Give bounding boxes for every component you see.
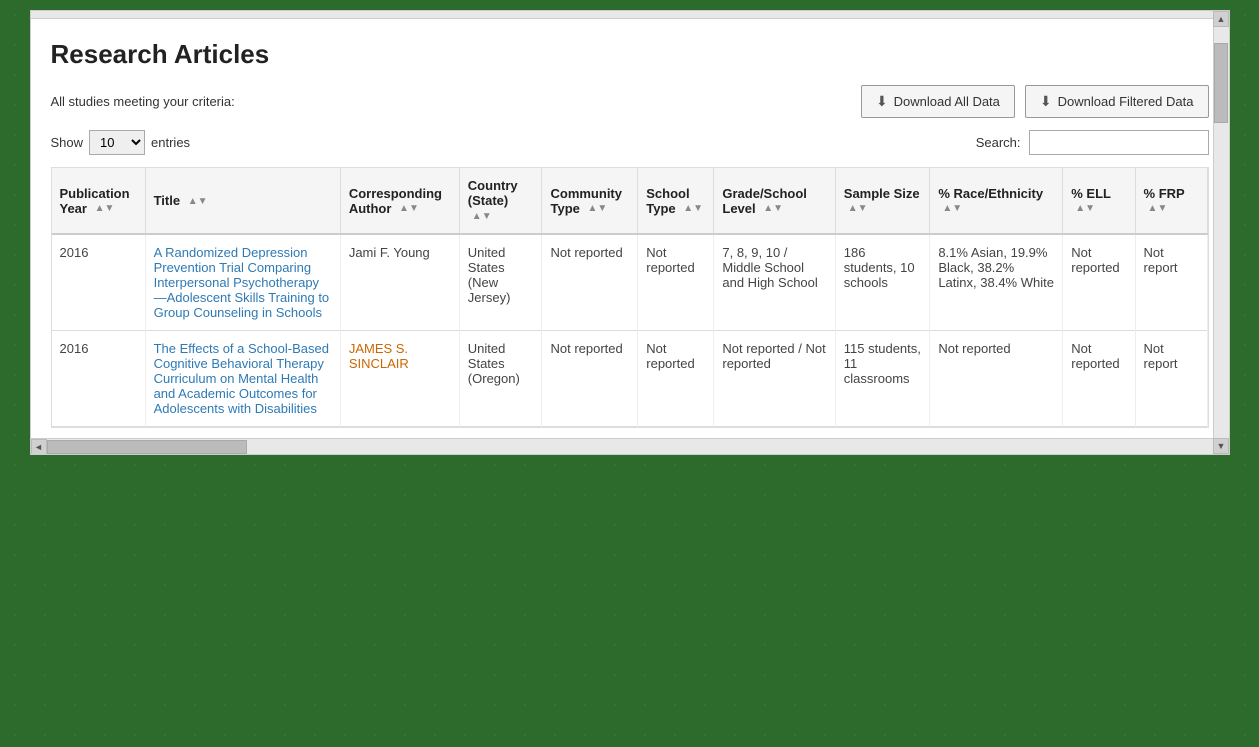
sort-pub-year-icon: ▲▼ [95, 204, 115, 214]
cell-ell-1: Not reported [1063, 234, 1135, 331]
download-filtered-label: Download Filtered Data [1058, 94, 1194, 109]
download-all-button[interactable]: ⬇ Download All Data [861, 85, 1015, 118]
cell-ell-2: Not reported [1063, 331, 1135, 427]
col-grade-level[interactable]: Grade/School Level ▲▼ [714, 168, 835, 234]
bottom-scrollbar: ◄ ► [31, 438, 1229, 454]
scroll-left-arrow[interactable]: ◄ [31, 439, 47, 455]
col-country-label: Country (State) [468, 178, 518, 208]
cell-community-type-2: Not reported [542, 331, 638, 427]
download-buttons: ⬇ Download All Data ⬇ Download Filtered … [861, 85, 1209, 118]
col-sample-size[interactable]: Sample Size ▲▼ [835, 168, 930, 234]
cell-corr-author-2: JAMES S. SINCLAIR [340, 331, 459, 427]
cell-country-1: United States (New Jersey) [459, 234, 542, 331]
col-pub-year[interactable]: Publication Year ▲▼ [52, 168, 146, 234]
sort-title-icon: ▲▼ [188, 197, 208, 207]
download-filtered-icon: ⬇ [1040, 93, 1052, 110]
col-sample-size-label: Sample Size [844, 186, 920, 201]
title-link-2[interactable]: The Effects of a School-Based Cognitive … [154, 341, 329, 416]
top-scrollbar: ▲ [31, 11, 1229, 19]
col-corr-author-label: Corresponding Author [349, 186, 442, 216]
col-title-label: Title [154, 193, 181, 208]
show-label: Show [51, 135, 84, 150]
content-area: Research Articles All studies meeting yo… [31, 19, 1229, 438]
cell-grade-level-2: Not reported / Not reported [714, 331, 835, 427]
cell-pub-year-2: 2016 [52, 331, 146, 427]
cell-title-1: A Randomized Depression Prevention Trial… [145, 234, 340, 331]
sort-corr-author-icon: ▲▼ [399, 204, 419, 214]
col-race-ethnicity-label: % Race/Ethnicity [938, 186, 1043, 201]
download-all-icon: ⬇ [876, 93, 888, 110]
right-scrollbar-thumb[interactable] [1214, 43, 1228, 123]
show-entries: Show 10 25 50 100 entries [51, 130, 191, 155]
table-row: 2016 A Randomized Depression Prevention … [52, 234, 1208, 331]
download-all-label: Download All Data [894, 94, 1000, 109]
page-title: Research Articles [51, 39, 1209, 70]
bottom-scrollbar-track[interactable] [47, 439, 1213, 454]
search-label: Search: [976, 135, 1021, 150]
sort-race-ethnicity-icon: ▲▼ [942, 204, 962, 214]
controls-bar: Show 10 25 50 100 entries Search: [51, 130, 1209, 155]
main-container: ▲ Research Articles All studies meeting … [30, 10, 1230, 455]
col-school-type[interactable]: School Type ▲▼ [638, 168, 714, 234]
col-corr-author[interactable]: Corresponding Author ▲▼ [340, 168, 459, 234]
title-link-1[interactable]: A Randomized Depression Prevention Trial… [154, 245, 330, 320]
cell-community-type-1: Not reported [542, 234, 638, 331]
col-ell-label: % ELL [1071, 186, 1111, 201]
cell-school-type-1: Not reported [638, 234, 714, 331]
cell-country-2: United States (Oregon) [459, 331, 542, 427]
search-bar: Search: [976, 130, 1209, 155]
cell-title-2: The Effects of a School-Based Cognitive … [145, 331, 340, 427]
download-filtered-button[interactable]: ⬇ Download Filtered Data [1025, 85, 1209, 118]
col-title[interactable]: Title ▲▼ [145, 168, 340, 234]
cell-frp-1: Not report [1135, 234, 1207, 331]
table-row: 2016 The Effects of a School-Based Cogni… [52, 331, 1208, 427]
top-bar: All studies meeting your criteria: ⬇ Dow… [51, 85, 1209, 118]
col-community-type[interactable]: Community Type ▲▼ [542, 168, 638, 234]
cell-grade-level-1: 7, 8, 9, 10 / Middle School and High Sch… [714, 234, 835, 331]
entries-select[interactable]: 10 25 50 100 [89, 130, 145, 155]
scroll-down-arrow[interactable]: ▼ [1213, 438, 1229, 454]
sort-country-icon: ▲▼ [472, 212, 492, 222]
table-header-row: Publication Year ▲▼ Title ▲▼ Correspondi… [52, 168, 1208, 234]
sort-grade-level-icon: ▲▼ [763, 204, 783, 214]
scroll-up-arrow[interactable]: ▲ [1213, 11, 1229, 27]
right-scrollbar: ▲ ▼ [1213, 11, 1229, 454]
col-country[interactable]: Country (State) ▲▼ [459, 168, 542, 234]
cell-corr-author-1: Jami F. Young [340, 234, 459, 331]
col-frp-label: % FRP [1144, 186, 1185, 201]
col-race-ethnicity[interactable]: % Race/Ethnicity ▲▼ [930, 168, 1063, 234]
search-input[interactable] [1029, 130, 1209, 155]
col-ell[interactable]: % ELL ▲▼ [1063, 168, 1135, 234]
bottom-scrollbar-thumb [47, 440, 247, 454]
corr-author-link-2[interactable]: JAMES S. SINCLAIR [349, 341, 409, 371]
table-wrapper[interactable]: Publication Year ▲▼ Title ▲▼ Correspondi… [51, 167, 1209, 428]
cell-race-ethnicity-2: Not reported [930, 331, 1063, 427]
sort-ell-icon: ▲▼ [1075, 204, 1095, 214]
cell-pub-year-1: 2016 [52, 234, 146, 331]
cell-race-ethnicity-1: 8.1% Asian, 19.9% Black, 38.2% Latinx, 3… [930, 234, 1063, 331]
cell-sample-size-1: 186 students, 10 schools [835, 234, 930, 331]
subtitle: All studies meeting your criteria: [51, 94, 235, 109]
sort-frp-icon: ▲▼ [1148, 204, 1168, 214]
entries-label: entries [151, 135, 190, 150]
col-community-type-label: Community Type [550, 186, 622, 216]
cell-sample-size-2: 115 students, 11 classrooms [835, 331, 930, 427]
data-table: Publication Year ▲▼ Title ▲▼ Correspondi… [52, 168, 1208, 427]
cell-frp-2: Not report [1135, 331, 1207, 427]
cell-school-type-2: Not reported [638, 331, 714, 427]
sort-community-type-icon: ▲▼ [588, 204, 608, 214]
sort-school-type-icon: ▲▼ [683, 204, 703, 214]
col-frp[interactable]: % FRP ▲▼ [1135, 168, 1207, 234]
sort-sample-size-icon: ▲▼ [848, 204, 868, 214]
